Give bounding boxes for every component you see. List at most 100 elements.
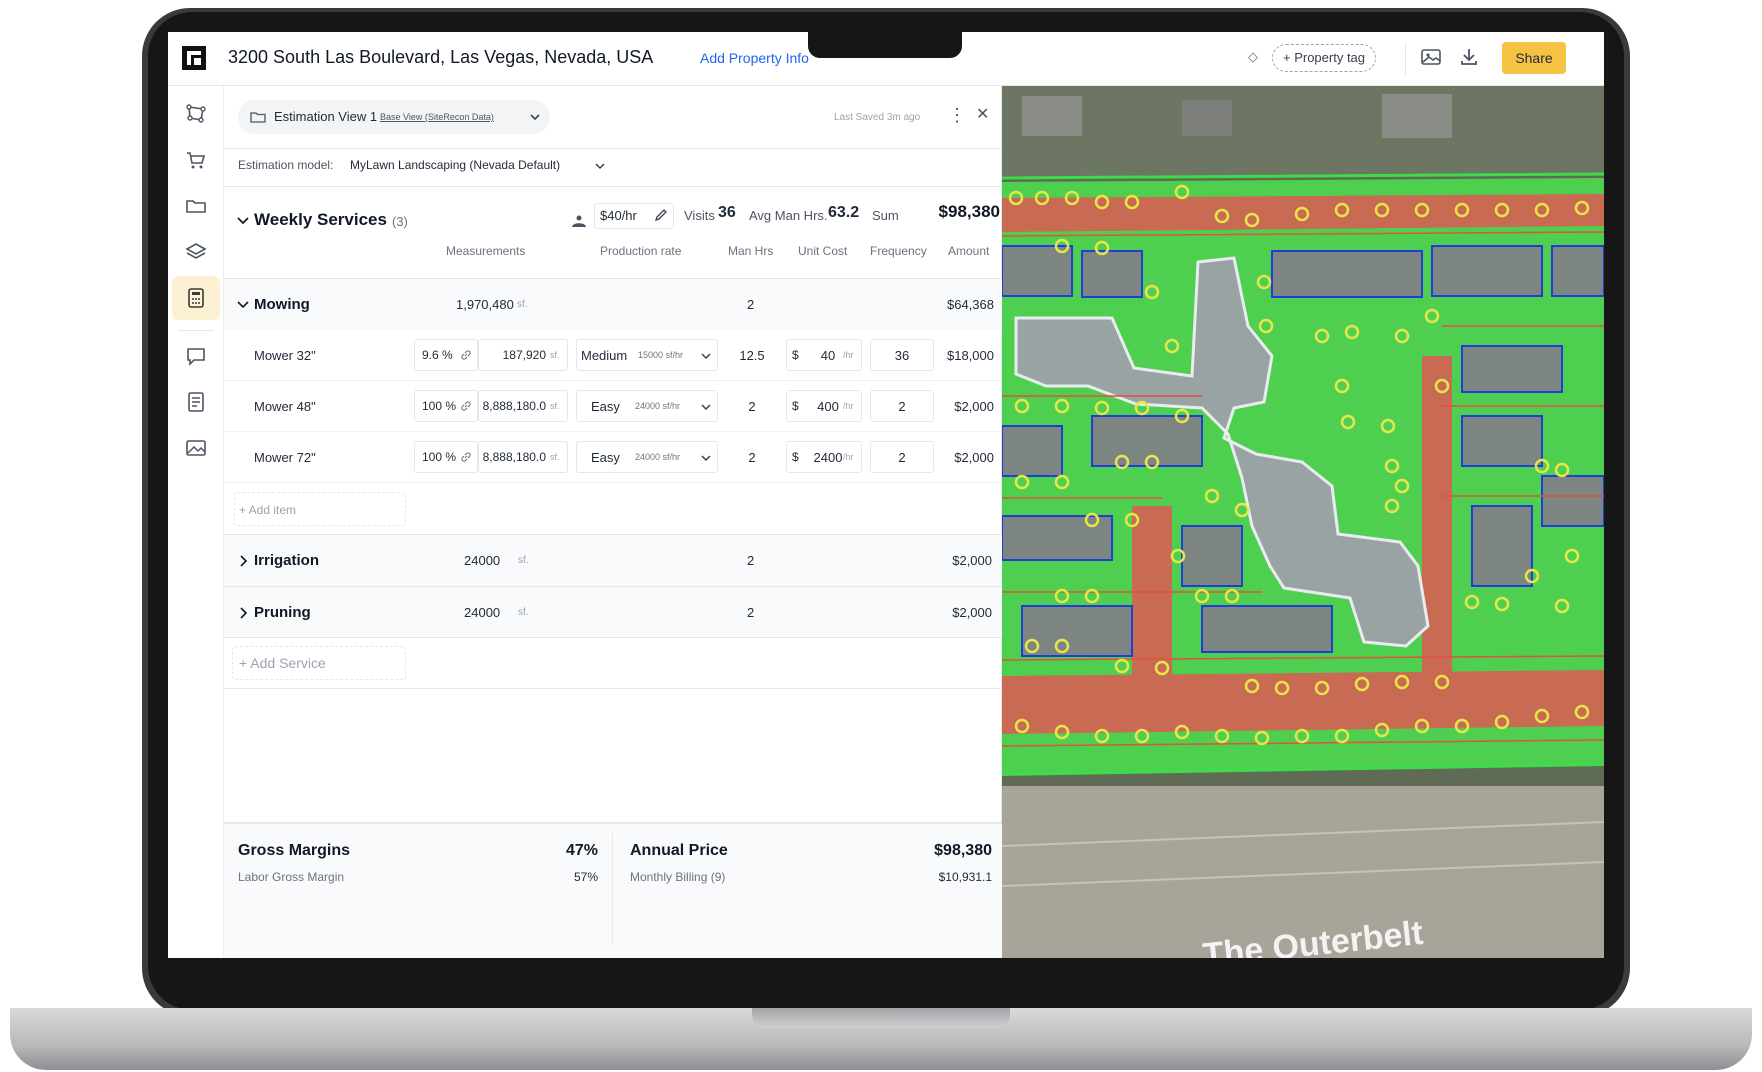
link-icon[interactable] [460, 349, 472, 361]
percent-value: 100 % [422, 399, 457, 413]
footer-divider [612, 834, 613, 944]
weekly-services-count: (3) [392, 214, 408, 229]
left-sidebar [168, 86, 224, 958]
measurement-value: 8,888,180.0 [482, 450, 546, 464]
service-name: Pruning [254, 604, 311, 621]
sidebar-item-cart[interactable] [180, 144, 212, 176]
gross-margins-value: 47% [565, 842, 598, 859]
service-group-mowing[interactable]: Mowing 1,970,480 sf. 2 $64,368 [224, 278, 1002, 330]
service-name: Mowing [254, 296, 310, 313]
last-saved-status: Last Saved 3m ago [834, 112, 921, 123]
visits-value: 36 [718, 204, 736, 221]
link-icon[interactable] [460, 400, 472, 412]
pencil-icon[interactable] [654, 208, 668, 222]
chevron-down-icon [701, 455, 711, 462]
folder-icon [186, 200, 206, 213]
table-row: Mower 48" 100 % 8,888,180.0 sf. Easy 240… [224, 381, 1002, 432]
labor-gross-margin-label: Labor Gross Margin [238, 870, 345, 884]
measurement-value: 8,888,180.0 [482, 399, 546, 413]
estimation-view-name: Estimation View 1 [274, 109, 378, 124]
sidebar-divider [178, 330, 214, 331]
item-amount: $18,000 [947, 348, 994, 363]
base-view-link[interactable]: Base View (SiteRecon Data) [380, 112, 494, 122]
currency-symbol: $ [792, 450, 799, 464]
hourly-rate-value: $40/hr [600, 208, 637, 223]
service-amount: $2,000 [952, 605, 992, 620]
table-row: Mower 72" 100 % 8,888,180.0 sf. Easy 240… [224, 432, 1002, 483]
folder-icon [250, 112, 266, 123]
column-header-unit-cost: Unit Cost [798, 244, 848, 258]
laptop-base-groove [752, 1008, 1010, 1028]
measurement-unit: sf. [550, 401, 560, 411]
chevron-down-icon [701, 353, 711, 360]
estimation-panel: Estimation View 1 Base View (SiteRecon D… [224, 86, 1002, 958]
production-level: Easy [591, 399, 620, 414]
service-group-irrigation[interactable]: Irrigation 24000 sf. 2 $2,000 [224, 534, 1002, 586]
chevron-right-icon[interactable] [236, 554, 250, 568]
column-header-man-hrs: Man Hrs [728, 244, 774, 258]
estimation-model-label: Estimation model: [238, 158, 334, 172]
cart-icon [187, 152, 206, 169]
sum-value: $98,380 [938, 202, 1000, 221]
layers-icon [185, 243, 207, 259]
sidebar-item-measure[interactable] [180, 98, 212, 130]
column-header-frequency: Frequency [870, 244, 927, 258]
property-tag-button[interactable]: + Property tag [1272, 44, 1377, 72]
satellite-map[interactable]: The Outerbelt [1002, 86, 1604, 958]
avg-man-hours-value: 63.2 [828, 204, 860, 221]
service-measurement: 1,970,480 [456, 297, 514, 312]
sidebar-item-gallery[interactable] [180, 432, 212, 464]
item-man-hours: 2 [748, 450, 756, 465]
visits-label: Visits [684, 208, 715, 223]
more-options-icon[interactable]: ⋮ [948, 106, 966, 124]
service-measurement: 24000 [464, 553, 501, 568]
gallery-icon [186, 440, 206, 456]
app-logo-icon [182, 46, 206, 70]
weekly-services-title: Weekly Services [254, 210, 387, 229]
tag-icon: ◇ [1248, 49, 1258, 64]
sidebar-item-layers[interactable] [180, 236, 212, 268]
app-screen: 3200 South Las Boulevard, Las Vegas, Nev… [168, 32, 1604, 958]
chevron-down-icon [530, 114, 540, 121]
add-property-info-link[interactable]: Add Property Info [700, 50, 809, 66]
sidebar-item-folder[interactable] [180, 190, 212, 222]
sidebar-item-estimation[interactable] [172, 276, 220, 320]
sidebar-item-notes[interactable] [180, 386, 212, 418]
chevron-down-icon[interactable] [236, 214, 250, 228]
service-group-pruning[interactable]: Pruning 24000 sf. 2 $2,000 [224, 586, 1002, 638]
measurement-unit: sf. [518, 555, 529, 566]
currency-symbol: $ [792, 348, 799, 362]
service-amount: $2,000 [952, 553, 992, 568]
item-amount: $2,000 [954, 399, 994, 414]
add-service-button[interactable]: + Add Service [232, 646, 406, 680]
unit-cost-value: 40 [820, 348, 836, 363]
divider [224, 186, 1002, 187]
close-icon[interactable]: ✕ [976, 107, 989, 123]
add-item-button[interactable]: + Add item [234, 492, 406, 526]
sidebar-item-comments[interactable] [180, 340, 212, 372]
share-button[interactable]: Share [1502, 42, 1566, 74]
annual-price-label: Annual Price [630, 842, 728, 859]
crew-icon [572, 215, 586, 227]
estimation-view-selector[interactable]: Estimation View 1 Base View (SiteRecon D… [238, 100, 550, 134]
chevron-down-icon[interactable] [236, 298, 250, 312]
toolbar-divider [1405, 42, 1406, 76]
production-level: Medium [581, 348, 628, 363]
download-icon[interactable] [1458, 46, 1480, 68]
item-name: Mower 32" [254, 348, 316, 363]
gross-margins-label: Gross Margins [238, 842, 351, 859]
property-map-canvas[interactable]: The Outerbelt [1002, 86, 1604, 958]
calculator-icon [188, 288, 204, 308]
estimation-model-select[interactable]: MyLawn Landscaping (Nevada Default) [350, 158, 560, 172]
chevron-right-icon[interactable] [236, 606, 250, 620]
image-icon[interactable] [1420, 46, 1442, 68]
production-rate-value: 15000 sf/hr [638, 350, 684, 360]
link-icon[interactable] [460, 451, 472, 463]
monthly-billing-label: Monthly Billing (9) [630, 870, 726, 884]
measurement-value: 187,920 [502, 348, 546, 362]
labor-gross-margin-value: 57% [573, 870, 598, 884]
service-name: Irrigation [254, 552, 320, 569]
item-name: Mower 48" [254, 399, 316, 414]
column-header-amount: Amount [948, 244, 990, 258]
chevron-down-icon[interactable] [594, 160, 606, 172]
